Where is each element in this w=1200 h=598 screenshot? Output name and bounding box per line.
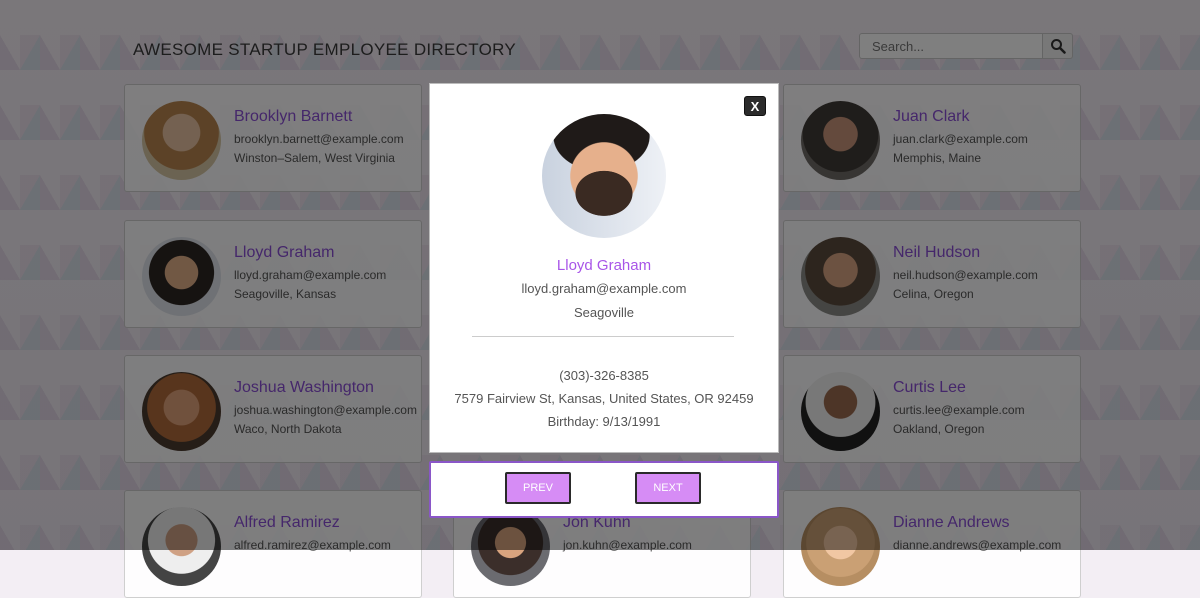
next-button[interactable]: NEXT: [635, 472, 701, 504]
employee-modal: X Lloyd Graham lloyd.graham@example.com …: [429, 83, 779, 453]
modal-navigation: PREV NEXT: [429, 461, 779, 518]
modal-phone: (303)-326-8385: [559, 368, 649, 383]
modal-city: Seagoville: [574, 305, 634, 320]
modal-email: lloyd.graham@example.com: [521, 281, 687, 296]
modal-divider: [472, 336, 734, 337]
prev-button[interactable]: PREV: [505, 472, 571, 504]
modal-address: 7579 Fairview St, Kansas, United States,…: [454, 391, 754, 406]
close-button[interactable]: X: [744, 96, 766, 116]
modal-name: Lloyd Graham: [556, 257, 652, 274]
modal-birthday: Birthday: 9/13/1991: [547, 414, 661, 429]
modal-avatar: [542, 114, 666, 238]
